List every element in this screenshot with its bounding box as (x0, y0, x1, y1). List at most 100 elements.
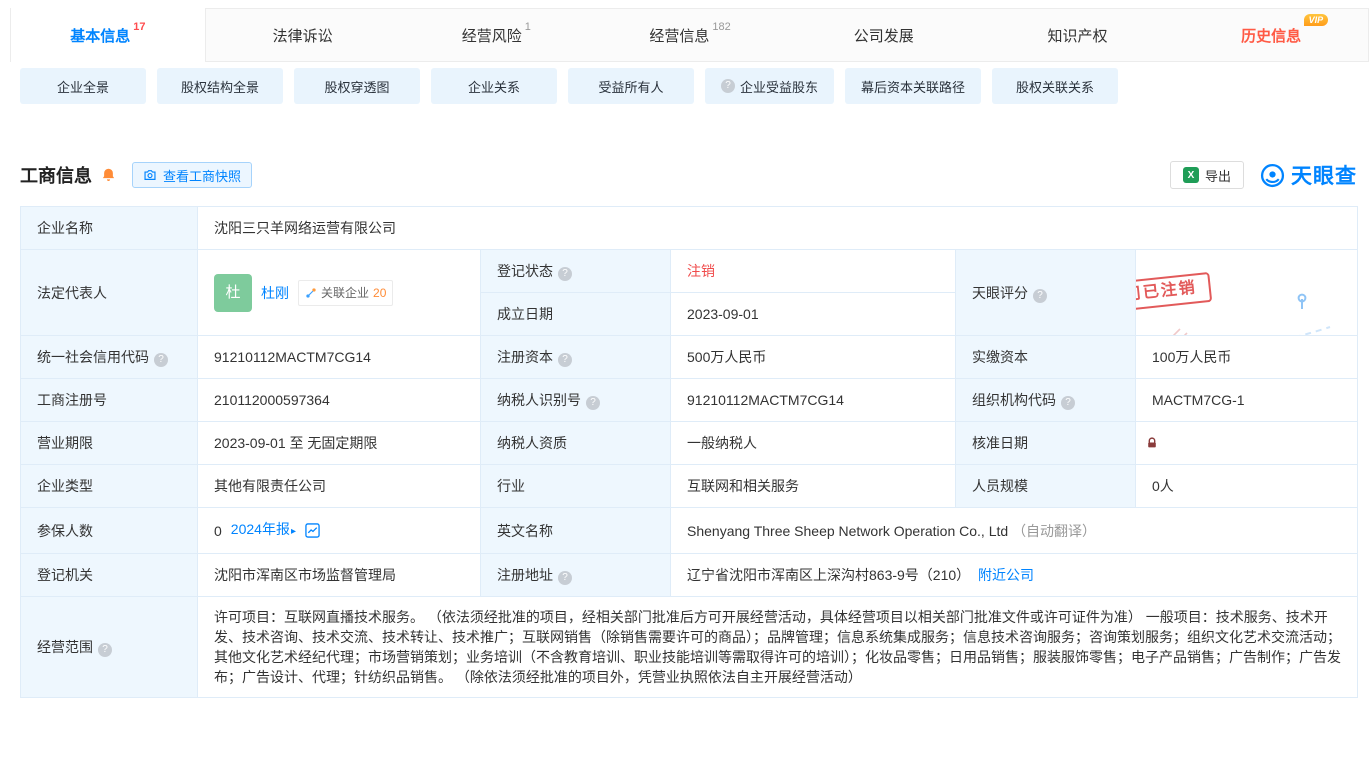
caret-icon: ▸ (291, 526, 296, 537)
subtab-company-panorama[interactable]: 企业全景 (20, 68, 146, 104)
subtab-row: 企业全景 股权结构全景 股权穿透图 企业关系 受益所有人 ? 企业受益股东 幕后资… (20, 68, 1349, 104)
section-title: 工商信息 (20, 162, 92, 188)
tab-business-info[interactable]: 经营信息182 (593, 9, 787, 61)
industry-label-cell: 行业 (481, 465, 671, 508)
export-button[interactable]: X 导出 (1170, 161, 1244, 189)
trend-chart-icon[interactable] (305, 523, 320, 538)
field-label: 纳税人资质 (497, 435, 567, 451)
brand-name: 天眼查 (1291, 160, 1357, 190)
approval-date-value-cell (1136, 422, 1358, 465)
help-icon[interactable]: ? (721, 79, 735, 93)
subtab-equity-structure[interactable]: 股权结构全景 (157, 68, 283, 104)
type-value-cell: 其他有限责任公司 (198, 465, 481, 508)
subtab-label: 股权结构全景 (181, 77, 259, 96)
term-label-cell: 营业期限 (21, 422, 198, 465)
row-company-name: 企业名称 沈阳三只羊网络运营有限公司 (21, 207, 1358, 250)
tab-business-risk[interactable]: 经营风险1 (399, 9, 593, 61)
company-name: 沈阳三只羊网络运营有限公司 (214, 220, 396, 236)
nearby-companies-link[interactable]: 附近公司 (978, 567, 1034, 583)
subtab-label: 企业受益股东 (740, 77, 818, 96)
tab-legal-proceedings[interactable]: 法律诉讼 (206, 9, 400, 61)
subtab-beneficial-shareholder[interactable]: ? 企业受益股东 (705, 68, 834, 104)
subtab-label: 企业关系 (468, 77, 520, 96)
authority-value: 沈阳市浑南区市场监督管理局 (214, 567, 396, 583)
row-reg-authority: 登记机关 沈阳市浑南区市场监督管理局 注册地址? 辽宁省沈阳市浑南区上深沟村86… (21, 554, 1358, 597)
paid-capital-label-cell: 实缴资本 (956, 336, 1136, 379)
bell-icon[interactable] (101, 167, 116, 183)
term-value-cell: 2023-09-01 至 无固定期限 (198, 422, 481, 465)
tab-count: 182 (712, 21, 730, 33)
subtab-company-relations[interactable]: 企业关系 (431, 68, 557, 104)
en-name-value: Shenyang Three Sheep Network Operation C… (687, 523, 1008, 539)
tab-basic-info[interactable]: 基本信息17 (10, 8, 206, 62)
help-icon[interactable]: ? (1033, 289, 1047, 303)
help-icon[interactable]: ? (586, 396, 600, 410)
eye-logo-icon (1260, 163, 1285, 188)
help-icon[interactable]: ? (98, 643, 112, 657)
field-label: 成立日期 (497, 306, 553, 322)
row-credit-code: 统一社会信用代码? 91210112MACTM7CG14 注册资本? 500万人… (21, 336, 1358, 379)
company-name-label-cell: 企业名称 (21, 207, 198, 250)
establish-date-label-cell: 成立日期 (481, 293, 671, 336)
reg-status-value: 注销 (687, 263, 715, 279)
tab-count: 1 (525, 21, 531, 33)
type-label-cell: 企业类型 (21, 465, 198, 508)
field-label: 行业 (497, 478, 525, 494)
view-business-snapshot-button[interactable]: 查看工商快照 (132, 162, 252, 188)
help-icon[interactable]: ? (154, 353, 168, 367)
tab-label: 知识产权 (1047, 25, 1107, 46)
help-icon[interactable]: ? (558, 267, 572, 281)
insured-value-cell: 0 2024年报▸ (198, 508, 481, 554)
annual-report-link[interactable]: 2024年报▸ (231, 519, 296, 542)
tab-label: 历史信息 (1241, 25, 1301, 46)
tab-label: 公司发展 (854, 25, 914, 46)
row-business-term: 营业期限 2023-09-01 至 无固定期限 纳税人资质 一般纳税人 核准日期 (21, 422, 1358, 465)
field-label: 营业期限 (37, 435, 93, 451)
term-value: 2023-09-01 至 无固定期限 (214, 435, 377, 451)
legal-rep-name-link[interactable]: 杜刚 (261, 283, 289, 303)
help-icon[interactable]: ? (558, 353, 572, 367)
subtab-label: 股权关联关系 (1016, 77, 1094, 96)
subtab-label: 幕后资本关联路径 (861, 77, 965, 96)
tab-company-development[interactable]: 公司发展 (787, 9, 981, 61)
field-label: 注册地址 (497, 567, 553, 583)
tab-history-info[interactable]: 历史信息VIP (1174, 9, 1368, 61)
field-label: 企业名称 (37, 220, 93, 236)
field-label: 纳税人识别号 (497, 392, 581, 408)
legal-rep-avatar[interactable]: 杜 (214, 274, 252, 312)
tax-id-label-cell: 纳税人识别号? (481, 379, 671, 422)
credit-code-label-cell: 统一社会信用代码? (21, 336, 198, 379)
authority-label-cell: 登记机关 (21, 554, 198, 597)
subtab-equity-association[interactable]: 股权关联关系 (992, 68, 1118, 104)
tab-intellectual-property[interactable]: 知识产权 (981, 9, 1175, 61)
help-icon[interactable]: ? (1061, 396, 1075, 410)
insured-label-cell: 参保人数 (21, 508, 198, 554)
row-business-scope: 经营范围? 许可项目：互联网直播技术服务。 （依法须经批准的项目，经相关部门批准… (21, 597, 1358, 698)
export-button-label: 导出 (1205, 166, 1231, 185)
establish-date-value-cell: 2023-09-01 (671, 293, 956, 336)
brand-logo[interactable]: 天眼查 (1260, 160, 1357, 190)
tab-count: 17 (133, 21, 145, 33)
credit-code-value-cell: 91210112MACTM7CG14 (198, 336, 481, 379)
scope-value-cell: 许可项目：互联网直播技术服务。 （依法须经批准的项目，经相关部门批准后方可开展经… (198, 597, 1358, 698)
related-companies-badge[interactable]: 关联企业 20 (298, 280, 393, 306)
snapshot-button-label: 查看工商快照 (163, 166, 241, 185)
field-label: 企业类型 (37, 478, 93, 494)
vip-badge: VIP (1304, 14, 1329, 26)
subtab-label: 企业全景 (57, 77, 109, 96)
industry-value-cell: 互联网和相关服务 (671, 465, 956, 508)
help-icon[interactable]: ? (558, 571, 572, 585)
field-label: 人员规模 (972, 478, 1028, 494)
type-value: 其他有限责任公司 (214, 478, 326, 494)
paid-capital-value-cell: 100万人民币 (1136, 336, 1358, 379)
taxpayer-label-cell: 纳税人资质 (481, 422, 671, 465)
tyc-score-value-cell: 公司已注销 (1136, 250, 1358, 336)
subtab-capital-association-path[interactable]: 幕后资本关联路径 (845, 68, 981, 104)
related-companies-count: 20 (373, 283, 386, 303)
reg-no-label-cell: 工商注册号 (21, 379, 198, 422)
row-reg-number: 工商注册号 210112000597364 纳税人识别号? 91210112MA… (21, 379, 1358, 422)
subtab-equity-penetration[interactable]: 股权穿透图 (294, 68, 420, 104)
tab-label: 经营信息 (649, 25, 709, 46)
subtab-beneficial-owner[interactable]: 受益所有人 (568, 68, 694, 104)
scope-value: 许可项目：互联网直播技术服务。 （依法须经批准的项目，经相关部门批准后方可开展经… (214, 609, 1341, 685)
